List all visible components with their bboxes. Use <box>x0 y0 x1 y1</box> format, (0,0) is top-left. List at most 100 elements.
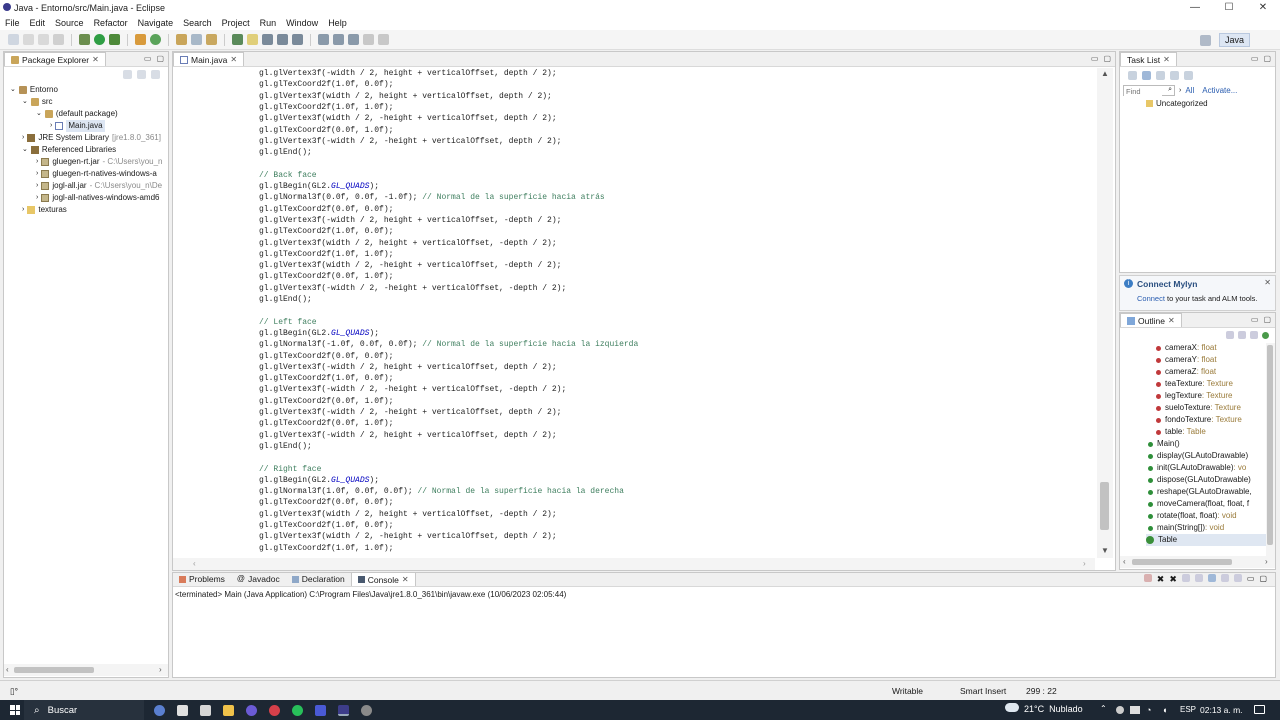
categorized-icon[interactable] <box>1142 70 1151 80</box>
tab-problems[interactable]: Problems <box>173 572 231 586</box>
tree-item-jar[interactable]: › jogl-all-natives-windows-amd6 <box>4 192 168 204</box>
maximize-icon[interactable]: ▢ <box>1263 54 1271 63</box>
minimize-icon[interactable]: ▭ <box>1251 54 1259 63</box>
new-icon[interactable] <box>8 34 19 45</box>
file-explorer-icon[interactable] <box>223 704 234 716</box>
menu-window[interactable]: Window <box>281 18 323 28</box>
scroll-left-icon[interactable]: ‹ <box>193 559 196 568</box>
outline-item[interactable]: cameraX : float <box>1156 342 1275 354</box>
scroll-down-icon[interactable]: ▼ <box>1101 546 1109 555</box>
link-editor-icon[interactable] <box>137 69 146 79</box>
close-icon[interactable]: ✕ <box>92 53 99 67</box>
outline-item[interactable]: Main() <box>1148 438 1275 450</box>
outline-item[interactable]: dispose(GLAutoDrawable) <box>1148 474 1275 486</box>
tray-chevron-icon[interactable]: ⌃ <box>1100 704 1107 713</box>
scheduled-icon[interactable] <box>1156 70 1165 80</box>
outline-item[interactable]: cameraY : float <box>1156 354 1275 366</box>
connect-link[interactable]: Connect <box>1137 294 1165 303</box>
menu-edit[interactable]: Edit <box>25 18 51 28</box>
menu-run[interactable]: Run <box>255 18 282 28</box>
tab-console[interactable]: Console ✕ <box>350 572 416 587</box>
prev-annotation-icon[interactable] <box>333 34 344 45</box>
windows-start-icon[interactable] <box>10 705 20 715</box>
tree-item-src[interactable]: ⌄ src <box>4 96 168 108</box>
language-indicator[interactable]: ESP <box>1180 705 1196 714</box>
remove-all-icon[interactable]: ✖ <box>1169 574 1177 585</box>
search-icon[interactable] <box>206 34 217 45</box>
open-console-icon[interactable] <box>1233 574 1242 582</box>
tree-item-jar[interactable]: › jogl-all.jar - C:\Users\you_n\De <box>4 180 168 192</box>
close-button[interactable]: ✕ <box>1246 0 1280 15</box>
tray-app-icon[interactable] <box>1116 706 1124 714</box>
scroll-left-icon[interactable]: ‹ <box>6 665 9 674</box>
find-field[interactable]: ⌕ <box>1123 84 1175 96</box>
hide-nonpublic-icon[interactable] <box>1262 331 1269 339</box>
scroll-right-icon[interactable]: › <box>1083 559 1086 568</box>
outline-item[interactable]: teaTexture : Texture <box>1156 378 1275 390</box>
outline-item[interactable]: cameraZ : float <box>1156 366 1275 378</box>
horizontal-scrollbar[interactable]: ‹ › <box>173 558 1095 570</box>
open-task-icon[interactable] <box>191 34 202 45</box>
activate-link[interactable]: Activate... <box>1202 86 1237 95</box>
widget-icon[interactable] <box>154 704 165 716</box>
volume-icon[interactable]: ◖ <box>1162 705 1167 715</box>
hide-static-icon[interactable] <box>1250 331 1258 339</box>
outline-item[interactable]: display(GLAutoDrawable) <box>1148 450 1275 462</box>
minimize-icon[interactable]: ▭ <box>144 54 152 63</box>
all-link[interactable]: All <box>1185 86 1194 95</box>
minimize-button[interactable]: — <box>1178 0 1212 15</box>
view-menu-icon[interactable] <box>151 69 160 79</box>
battery-icon[interactable] <box>1130 706 1140 714</box>
scroll-right-icon[interactable]: › <box>159 665 162 674</box>
outline-item[interactable]: table : Table <box>1156 426 1275 438</box>
minimize-icon[interactable]: ▭ <box>1251 315 1259 324</box>
eclipse-taskbar-icon[interactable] <box>338 704 349 716</box>
menu-navigate[interactable]: Navigate <box>133 18 179 28</box>
maximize-button[interactable]: ☐ <box>1212 0 1246 15</box>
debug-icon[interactable] <box>79 34 90 45</box>
minimize-icon[interactable]: ▭ <box>1247 574 1255 585</box>
tab-main-java[interactable]: Main.java ✕ <box>173 52 245 67</box>
clock[interactable]: 02:13 a. m. <box>1200 705 1243 715</box>
scroll-up-icon[interactable]: ▲ <box>1101 69 1109 78</box>
coverage-icon[interactable] <box>109 34 120 45</box>
word-wrap-icon[interactable] <box>262 34 273 45</box>
menu-project[interactable]: Project <box>217 18 255 28</box>
scrollbar-thumb[interactable] <box>14 667 94 673</box>
tree-item-entorno[interactable]: ⌄ Entorno <box>4 84 168 96</box>
tab-declaration[interactable]: Declaration <box>286 572 351 586</box>
block-selection-icon[interactable] <box>277 34 288 45</box>
maximize-icon[interactable]: ▢ <box>1263 315 1271 324</box>
collapse-all-icon[interactable] <box>123 69 132 79</box>
maximize-icon[interactable]: ▢ <box>1103 54 1111 63</box>
terminate-icon[interactable] <box>1143 574 1152 582</box>
scroll-right-icon[interactable]: › <box>1265 557 1268 566</box>
collapse-all-icon[interactable] <box>1184 70 1193 80</box>
maximize-icon[interactable]: ▢ <box>156 54 164 63</box>
scrollbar-thumb[interactable] <box>1267 345 1273 545</box>
new-java-project-icon[interactable] <box>135 34 146 45</box>
scrollbar-thumb[interactable] <box>1100 482 1109 530</box>
menu-search[interactable]: Search <box>178 18 217 28</box>
close-icon[interactable]: ✕ <box>402 573 409 587</box>
close-icon[interactable]: ✕ <box>1264 278 1271 287</box>
settings-icon[interactable] <box>361 704 372 716</box>
sort-icon[interactable] <box>1226 331 1234 339</box>
calculator-icon[interactable] <box>200 704 211 716</box>
outline-item[interactable]: Table <box>1146 534 1275 546</box>
show-whitespace-icon[interactable] <box>292 34 303 45</box>
close-icon[interactable]: ✕ <box>230 53 237 67</box>
notifications-icon[interactable] <box>1254 705 1265 714</box>
tab-package-explorer[interactable]: Package Explorer ✕ <box>4 52 106 66</box>
word-wrap-icon[interactable] <box>1194 574 1203 582</box>
menu-file[interactable]: File <box>0 18 25 28</box>
save-icon[interactable] <box>23 34 34 45</box>
tree-item-main-java[interactable]: › Main.java <box>4 120 168 132</box>
tree-item-texturas[interactable]: › texturas <box>4 204 168 216</box>
scrollbar-thumb[interactable] <box>1132 559 1232 565</box>
scroll-lock-icon[interactable] <box>1181 574 1190 582</box>
outline-item[interactable]: moveCamera(float, float, f <box>1148 498 1275 510</box>
display-console-icon[interactable] <box>1220 574 1229 582</box>
pin-console-icon[interactable] <box>1207 574 1216 582</box>
open-type-icon[interactable] <box>176 34 187 45</box>
